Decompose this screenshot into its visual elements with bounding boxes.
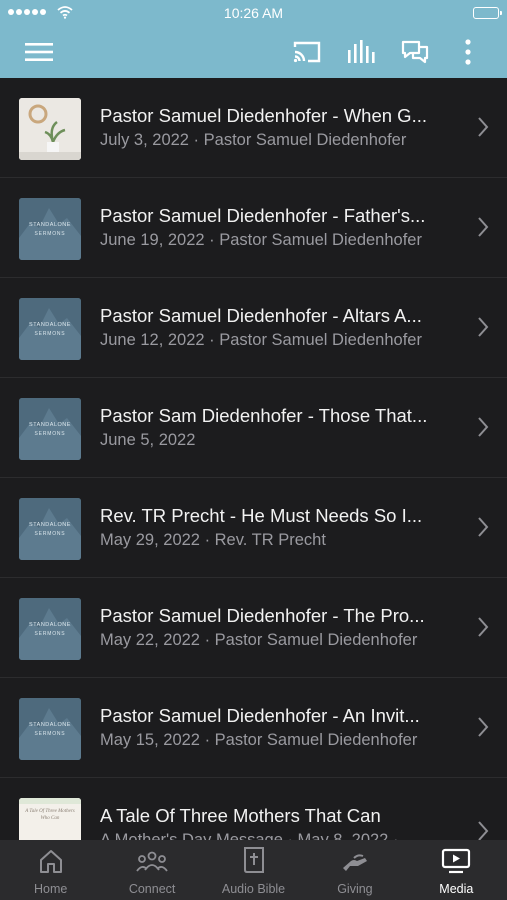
thumbnail-image <box>19 98 81 160</box>
thumbnail-line2: SERMONS <box>35 531 66 537</box>
chevron-right-icon <box>478 117 489 137</box>
item-subtitle: June 12, 2022 · Pastor Samuel Diedenhofe… <box>100 331 422 349</box>
item-subtitle: May 15, 2022 · Pastor Samuel Diedenhofer <box>100 731 418 749</box>
thumbnail-line2: Who Can <box>41 816 60 821</box>
more-vertical-icon[interactable] <box>458 26 478 78</box>
list-item[interactable]: STANDALONE SERMONS Pastor Samuel Diedenh… <box>0 678 507 778</box>
thumbnail-line2: SERMONS <box>35 231 66 237</box>
item-title: Pastor Sam Diedenhofer - Those That... <box>100 405 428 426</box>
item-title: Pastor Samuel Diedenhofer - Altars A... <box>100 305 422 326</box>
thumbnail-line1: STANDALONE <box>29 522 71 528</box>
thumbnail-image: STANDALONE SERMONS <box>19 498 81 560</box>
app-bar <box>0 26 507 78</box>
thumbnail-image: A Tale Of Three Mothers Who Can <box>19 798 81 840</box>
chevron-right-icon <box>478 417 489 437</box>
item-title: Pastor Samuel Diedenhofer - Father's... <box>100 205 426 226</box>
item-subtitle: June 5, 2022 <box>100 431 196 449</box>
chevron-right-icon <box>478 317 489 337</box>
tab-label: Connect <box>128 882 176 896</box>
chevron-right-icon <box>478 717 489 737</box>
status-time: 10:26 AM <box>223 5 284 21</box>
thumbnail-line1: STANDALONE <box>29 622 71 628</box>
thumbnail-image: STANDALONE SERMONS <box>19 198 81 260</box>
item-subtitle: June 19, 2022 · Pastor Samuel Diedenhofe… <box>100 231 422 249</box>
bible-icon <box>243 847 264 873</box>
item-title: Pastor Samuel Diedenhofer - When G... <box>100 105 427 126</box>
people-icon <box>136 851 168 872</box>
list-item[interactable]: Pastor Samuel Diedenhofer - When G... Ju… <box>0 78 507 178</box>
tab-label: Giving <box>337 882 373 896</box>
list-item[interactable]: STANDALONE SERMONS Pastor Sam Diedenhofe… <box>0 378 507 478</box>
thumbnail-line2: SERMONS <box>35 331 66 337</box>
thumbnail-line1: STANDALONE <box>29 222 71 228</box>
thumbnail-line2: SERMONS <box>35 631 66 637</box>
tab-home[interactable]: Home <box>0 840 101 900</box>
item-subtitle: July 3, 2022 · Pastor Samuel Diedenhofer <box>100 131 407 149</box>
list-item[interactable]: STANDALONE SERMONS Pastor Samuel Diedenh… <box>0 278 507 378</box>
tab-label: Home <box>34 882 68 896</box>
item-subtitle: A Mother's Day Message · May 8, 2022 · <box>100 831 399 840</box>
list-item[interactable]: STANDALONE SERMONS Pastor Samuel Diedenh… <box>0 578 507 678</box>
menu-icon[interactable] <box>22 26 56 78</box>
chevron-right-icon <box>478 821 489 840</box>
tab-label: Audio Bible <box>221 882 286 896</box>
list-item[interactable]: STANDALONE SERMONS Pastor Samuel Diedenh… <box>0 178 507 278</box>
thumbnail-line2: SERMONS <box>35 431 66 437</box>
tab-giving[interactable]: Giving <box>304 840 405 900</box>
tab-media[interactable]: Media <box>406 840 507 900</box>
chevron-right-icon <box>478 217 489 237</box>
thumbnail-image: STANDALONE SERMONS <box>19 298 81 360</box>
item-subtitle: May 29, 2022 · Rev. TR Precht <box>100 531 326 549</box>
item-title: Pastor Samuel Diedenhofer - The Pro... <box>100 605 425 626</box>
chevron-right-icon <box>478 617 489 637</box>
home-icon <box>39 850 62 873</box>
status-bar: 10:26 AM <box>0 0 507 26</box>
cast-icon[interactable] <box>290 26 324 78</box>
audio-bars-icon[interactable] <box>344 26 378 78</box>
item-title: Pastor Samuel Diedenhofer - An Invit... <box>100 705 420 726</box>
chevron-right-icon <box>478 517 489 537</box>
media-list[interactable]: Pastor Samuel Diedenhofer - When G... Ju… <box>0 78 507 840</box>
item-subtitle: May 22, 2022 · Pastor Samuel Diedenhofer <box>100 631 418 649</box>
thumbnail-image: STANDALONE SERMONS <box>19 698 81 760</box>
thumbnail-line1: STANDALONE <box>29 322 71 328</box>
list-item[interactable]: STANDALONE SERMONS Rev. TR Precht - He M… <box>0 478 507 578</box>
tab-audio-bible[interactable]: Audio Bible <box>203 840 304 900</box>
item-title: Rev. TR Precht - He Must Needs So I... <box>100 505 423 526</box>
thumbnail-image: STANDALONE SERMONS <box>19 398 81 460</box>
thumbnail-image: STANDALONE SERMONS <box>19 598 81 660</box>
chat-icon[interactable] <box>398 26 432 78</box>
tab-connect[interactable]: Connect <box>101 840 202 900</box>
giving-hand-icon <box>342 854 367 871</box>
thumbnail-line1: STANDALONE <box>29 422 71 428</box>
thumbnail-line1: A Tale Of Three Mothers <box>24 809 75 814</box>
media-play-icon <box>442 848 471 874</box>
tab-bar: Home Connect Audio Bible Giving Media <box>0 840 507 900</box>
list-item[interactable]: A Tale Of Three Mothers Who Can A Tale O… <box>0 778 507 840</box>
thumbnail-line1: STANDALONE <box>29 722 71 728</box>
item-title: A Tale Of Three Mothers That Can <box>100 805 381 826</box>
battery-icon <box>473 7 502 19</box>
thumbnail-line2: SERMONS <box>35 731 66 737</box>
tab-label: Media <box>439 882 474 896</box>
